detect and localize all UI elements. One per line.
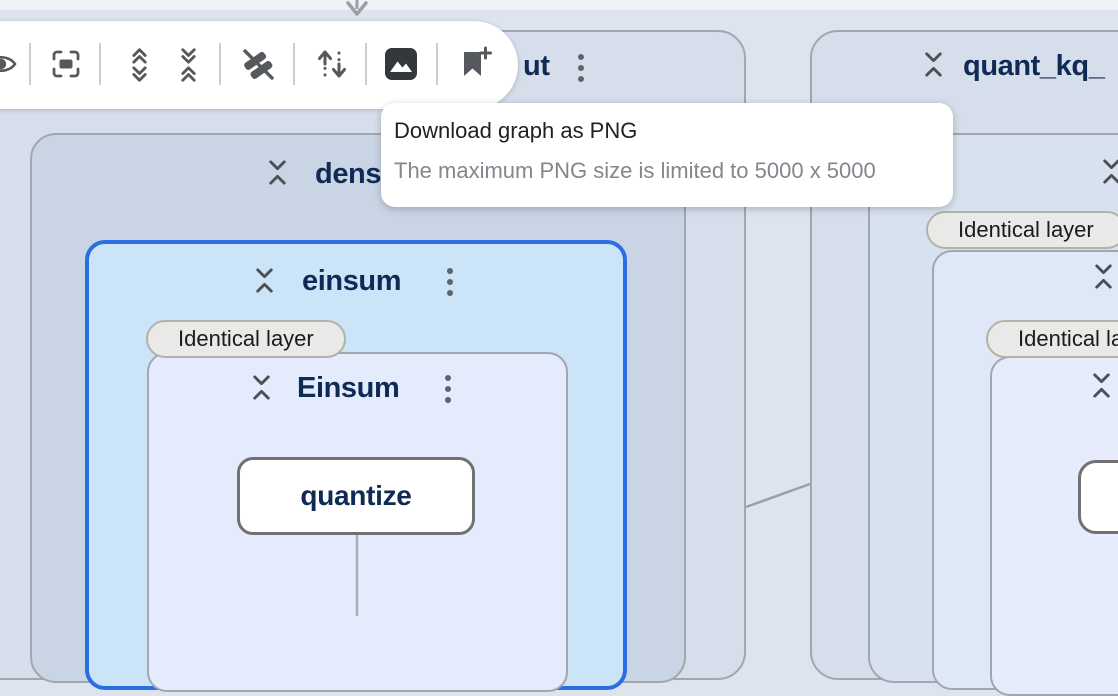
group-title-einsum-inner: Einsum: [297, 372, 399, 405]
group-title-quant-kq: quant_kq_: [963, 50, 1104, 83]
toolbar-separator: [29, 43, 31, 85]
collapse-layer-icon[interactable]: [1100, 157, 1118, 186]
collapse-layer-icon[interactable]: [1090, 371, 1113, 400]
tooltip-body: The maximum PNG size is limited to 5000 …: [394, 156, 953, 186]
download-png-tooltip: Download graph as PNG The maximum PNG si…: [381, 103, 953, 207]
toolbar-separator: [436, 43, 438, 85]
add-bookmark-icon[interactable]: [456, 45, 494, 88]
collapse-layer-icon[interactable]: [250, 373, 273, 402]
identical-layer-badge: Identical layer: [986, 320, 1118, 358]
group-title-outer-left: ut: [523, 50, 550, 83]
toolbar-separator: [219, 43, 221, 85]
flatten-layers-icon[interactable]: [238, 45, 278, 90]
visibility-icon[interactable]: [0, 47, 18, 86]
collapse-layer-icon[interactable]: [266, 158, 289, 187]
collapse-all-layers-icon[interactable]: [173, 46, 204, 89]
op-node-label: quantize: [300, 480, 411, 512]
collapse-layer-icon[interactable]: [253, 266, 276, 295]
download-png-icon[interactable]: [382, 45, 420, 88]
top-strip: [0, 0, 1118, 10]
tooltip-title: Download graph as PNG: [394, 116, 953, 146]
kebab-menu-icon[interactable]: [577, 53, 585, 83]
toolbar-separator: [365, 43, 367, 85]
toolbar-separator: [293, 43, 295, 85]
toolbar-separator: [99, 43, 101, 85]
identical-layer-badge: Identical layer: [146, 320, 346, 358]
collapse-layer-icon[interactable]: [922, 50, 945, 79]
collapse-layer-icon[interactable]: [1092, 262, 1115, 291]
resize-vertical-icon[interactable]: [314, 46, 350, 87]
identical-layer-badge: Identical layer: [926, 211, 1118, 249]
op-node-quantize[interactable]: quantize: [237, 457, 475, 535]
edge-cross-group: [746, 484, 810, 507]
expand-all-layers-icon[interactable]: [124, 46, 155, 89]
fit-to-screen-icon[interactable]: [48, 46, 84, 87]
group-title-dense: dens: [315, 158, 381, 191]
group-title-einsum: einsum: [302, 265, 401, 298]
kebab-menu-icon[interactable]: [444, 374, 452, 404]
kebab-menu-icon[interactable]: [446, 267, 454, 297]
op-node-right-partial[interactable]: [1078, 460, 1118, 534]
